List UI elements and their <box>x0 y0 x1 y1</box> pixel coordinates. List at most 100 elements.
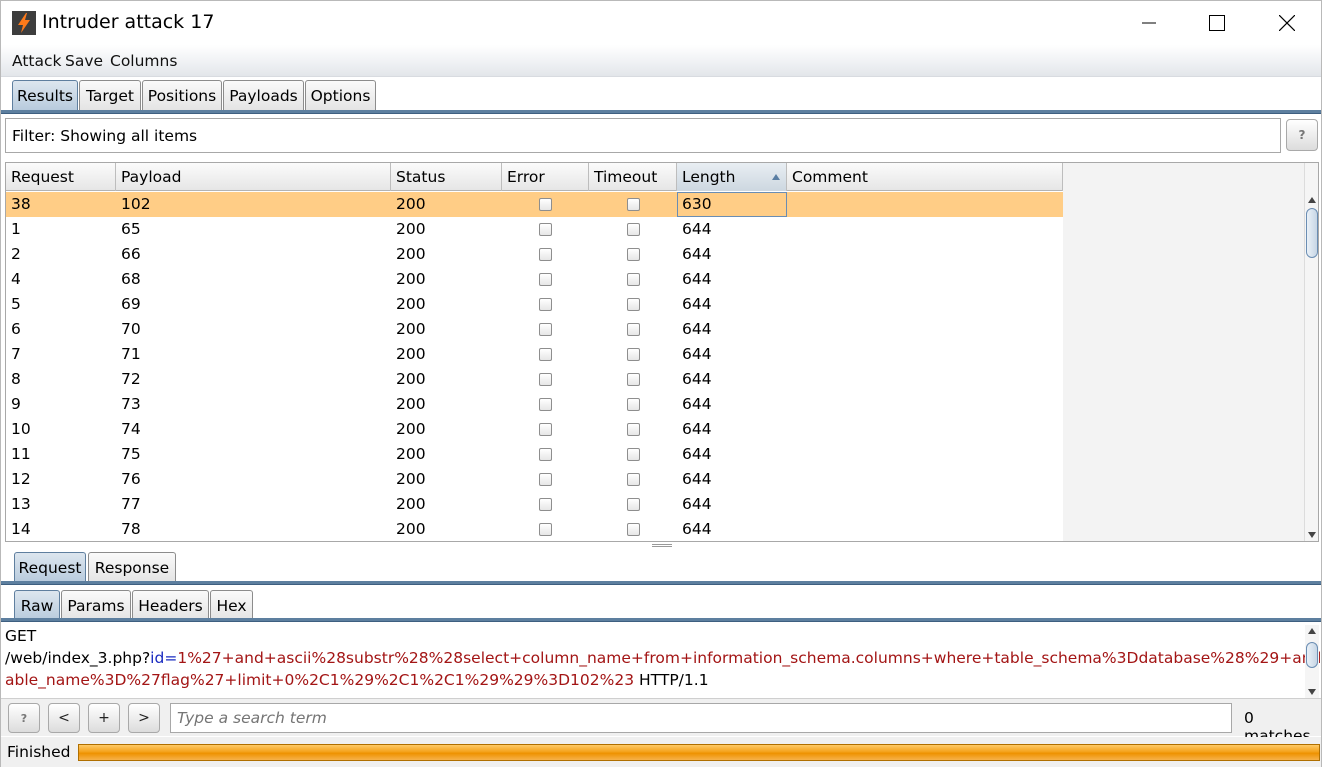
timeout-checkbox <box>627 423 640 436</box>
timeout-checkbox <box>627 198 640 211</box>
column-header-payload[interactable]: Payload <box>116 163 391 191</box>
table-row[interactable]: 11 75 200 644 <box>6 442 1063 467</box>
minimize-button[interactable] <box>1120 1 1178 45</box>
search-bar: ? < + > 0 matches <box>1 698 1321 745</box>
attack-progress-fill <box>79 745 1319 760</box>
timeout-checkbox <box>627 473 640 486</box>
tab-options[interactable]: Options <box>305 80 376 110</box>
cell-length: 644 <box>682 420 712 438</box>
status-text: Finished <box>7 743 71 761</box>
sort-ascending-icon <box>772 174 780 180</box>
cell-request: 7 <box>11 345 21 363</box>
table-row[interactable]: 12 76 200 644 <box>6 467 1063 492</box>
raw-scroll-down-icon[interactable] <box>1308 689 1316 695</box>
tab-target[interactable]: Target <box>79 80 141 110</box>
raw-request-editor[interactable]: GET /web/index_3.php?id=1%27+and+ascii%2… <box>1 625 1321 698</box>
search-prev-button[interactable]: < <box>48 703 80 733</box>
tab-hex[interactable]: Hex <box>210 590 253 620</box>
search-help-button[interactable]: ? <box>8 703 40 733</box>
table-row[interactable]: 5 69 200 644 <box>6 292 1063 317</box>
status-bar: Finished <box>1 737 1321 767</box>
cell-length: 644 <box>682 220 712 238</box>
raw-vertical-scrollbar[interactable] <box>1305 625 1319 698</box>
cell-length: 644 <box>682 345 712 363</box>
raw-line-method: GET <box>5 627 37 645</box>
error-checkbox <box>539 498 552 511</box>
table-row[interactable]: 7 71 200 644 <box>6 342 1063 367</box>
filter-bar[interactable]: Filter: Showing all items <box>5 118 1281 153</box>
table-row[interactable]: 14 78 200 644 <box>6 517 1063 541</box>
menu-bar: Attack Save Columns <box>1 45 1321 77</box>
maximize-button[interactable] <box>1188 1 1246 45</box>
column-header-status[interactable]: Status <box>391 163 502 191</box>
search-add-button[interactable]: + <box>88 703 120 733</box>
cell-status: 200 <box>396 495 426 513</box>
column-header-length[interactable]: Length <box>677 163 787 191</box>
table-row[interactable]: 9 73 200 644 <box>6 392 1063 417</box>
column-header-comment[interactable]: Comment <box>787 163 1063 191</box>
menu-attack[interactable]: Attack <box>12 52 61 70</box>
menu-save[interactable]: Save <box>65 52 103 70</box>
cell-payload: 68 <box>121 270 141 288</box>
cell-request: 12 <box>11 470 31 488</box>
table-row[interactable]: 6 70 200 644 <box>6 317 1063 342</box>
timeout-checkbox <box>627 348 640 361</box>
table-row[interactable]: 8 72 200 644 <box>6 367 1063 392</box>
raw-line-url: /web/index_3.php?id=1%27+and+ascii%28sub… <box>5 649 1321 667</box>
table-row[interactable]: 10 74 200 644 <box>6 417 1063 442</box>
cell-length: 644 <box>682 445 712 463</box>
tab-raw[interactable]: Raw <box>14 590 60 620</box>
cell-length: 644 <box>682 245 712 263</box>
column-header-timeout[interactable]: Timeout <box>589 163 677 191</box>
table-row[interactable]: 1 65 200 644 <box>6 217 1063 242</box>
table-row[interactable]: 2 66 200 644 <box>6 242 1063 267</box>
cell-payload: 73 <box>121 395 141 413</box>
cell-length: 644 <box>682 470 712 488</box>
filter-help-button[interactable]: ? <box>1286 119 1318 151</box>
scroll-down-icon[interactable] <box>1308 532 1316 538</box>
column-header-request[interactable]: Request <box>6 163 116 191</box>
raw-scroll-up-icon[interactable] <box>1308 628 1316 634</box>
search-next-button[interactable]: > <box>128 703 160 733</box>
column-header-error[interactable]: Error <box>502 163 589 191</box>
cell-status: 200 <box>396 445 426 463</box>
cell-status: 200 <box>396 420 426 438</box>
timeout-checkbox <box>627 323 640 336</box>
table-row[interactable]: 13 77 200 644 <box>6 492 1063 517</box>
table-row[interactable]: 38 102 200 630 <box>6 192 1063 217</box>
title-bar: Intruder attack 17 <box>1 1 1321 45</box>
tab-request[interactable]: Request <box>14 552 86 582</box>
detail-tab-underline-dark <box>1 584 1321 585</box>
tab-results[interactable]: Results <box>12 80 78 110</box>
table-row[interactable]: 4 68 200 644 <box>6 267 1063 292</box>
cell-length: 644 <box>682 370 712 388</box>
error-checkbox <box>539 473 552 486</box>
search-input[interactable] <box>170 703 1232 733</box>
cell-length: 644 <box>682 295 712 313</box>
tab-headers[interactable]: Headers <box>132 590 209 620</box>
table-scroll-thumb[interactable] <box>1306 208 1318 258</box>
tab-payloads[interactable]: Payloads <box>223 80 304 110</box>
tab-positions[interactable]: Positions <box>142 80 222 110</box>
tab-response[interactable]: Response <box>88 552 176 582</box>
menu-columns[interactable]: Columns <box>110 52 177 70</box>
window-title: Intruder attack 17 <box>42 11 215 33</box>
pane-splitter-handle[interactable] <box>652 544 672 547</box>
tab-params[interactable]: Params <box>61 590 131 620</box>
cell-status: 200 <box>396 245 426 263</box>
scroll-up-icon[interactable] <box>1308 197 1316 203</box>
close-button[interactable] <box>1258 1 1316 45</box>
timeout-checkbox <box>627 273 640 286</box>
close-icon <box>1279 15 1295 31</box>
cell-payload: 70 <box>121 320 141 338</box>
cell-status: 200 <box>396 395 426 413</box>
cell-status: 200 <box>396 270 426 288</box>
timeout-checkbox <box>627 373 640 386</box>
timeout-checkbox <box>627 523 640 536</box>
raw-param-value: 1%27+and+ascii%28substr%28%28select+colu… <box>177 649 1321 667</box>
cell-request: 9 <box>11 395 21 413</box>
maximize-icon <box>1209 15 1225 31</box>
table-vertical-scrollbar[interactable] <box>1304 163 1318 541</box>
raw-scroll-thumb[interactable] <box>1306 642 1318 668</box>
cell-request: 13 <box>11 495 31 513</box>
